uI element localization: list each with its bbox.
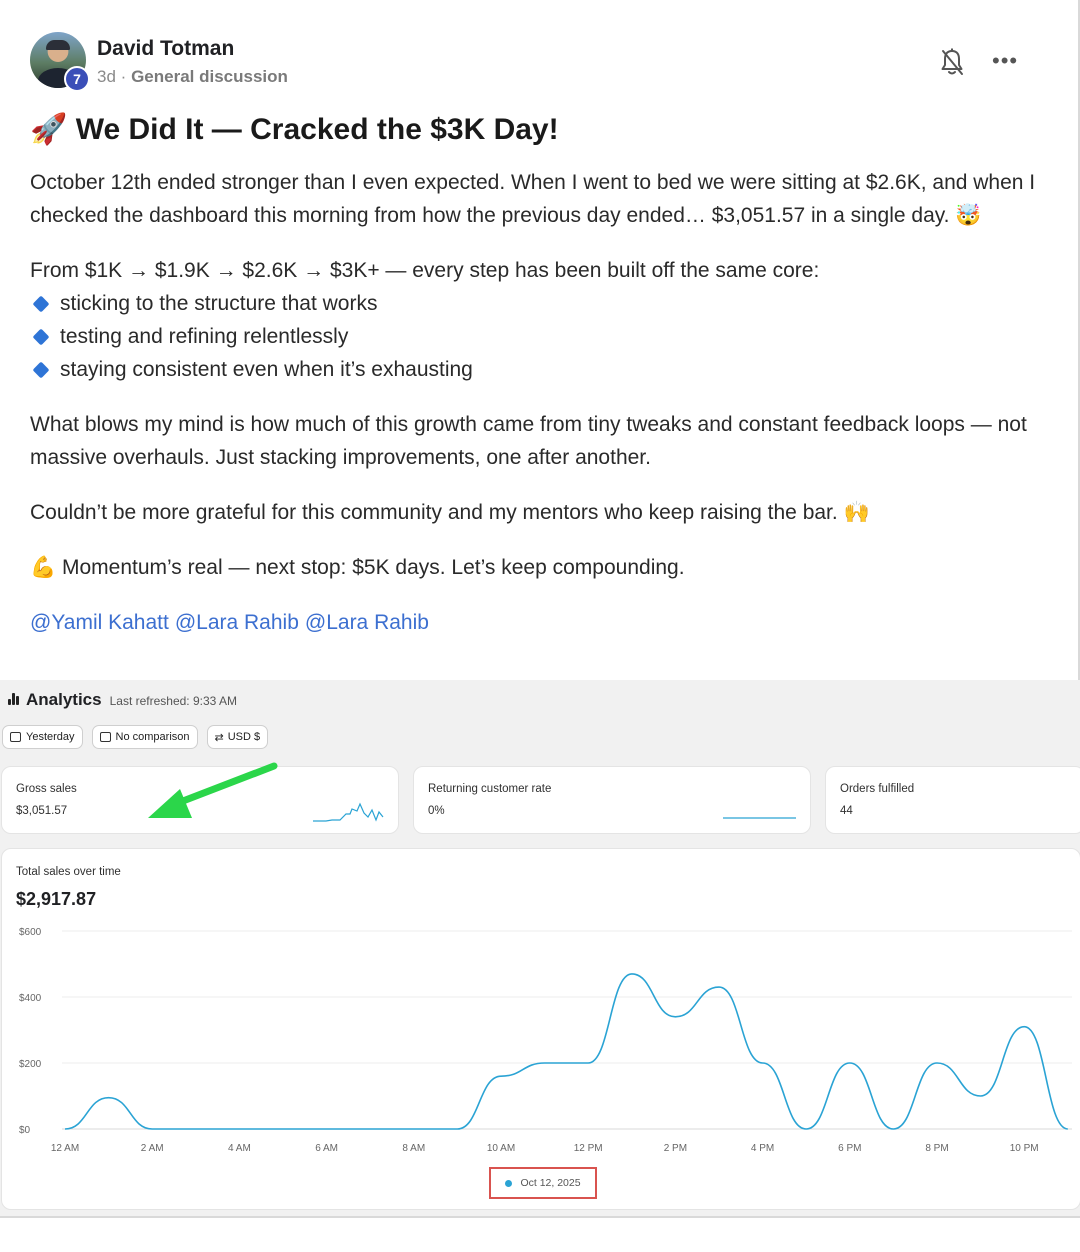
green-arrow-annotation	[148, 762, 278, 818]
level-badge: 7	[64, 66, 90, 92]
chip-label: USD $	[227, 731, 261, 743]
chart-legend[interactable]: Oct 12, 2025	[489, 1167, 597, 1199]
x-tick-label: 2 AM	[141, 1143, 164, 1154]
analytics-screenshot: Analytics Last refreshed: 9:33 AM Yester…	[0, 680, 1080, 1218]
sales-line-chart: $0 $200 $400 $600 12 AM 2 AM 4 AM 6 AM 8 AM 10 AM…	[19, 927, 1072, 1154]
returning-rate-sparkline	[723, 817, 796, 819]
blue-diamond-icon	[32, 361, 50, 378]
list-item-text: staying consistent even when it’s exhaus…	[60, 358, 473, 381]
calendar-icon	[10, 732, 21, 742]
x-tick-label: 10 PM	[1010, 1143, 1039, 1154]
card-value: 44	[840, 805, 853, 817]
y-tick-label: $400	[19, 993, 42, 1004]
post-body: October 12th ended stronger than I even …	[30, 166, 1040, 661]
last-refreshed: Last refreshed: 9:33 AM	[109, 694, 237, 708]
post-paragraph: 💪 Momentum’s real — next stop: $5K days.…	[30, 556, 685, 579]
x-tick-label: 8 AM	[402, 1143, 425, 1154]
card-label: Returning customer rate	[428, 783, 552, 795]
x-tick-label: 4 AM	[228, 1143, 251, 1154]
mentions: @Yamil Kahatt @Lara Rahib @Lara Rahib	[30, 606, 1040, 639]
x-tick-label: 12 AM	[51, 1143, 79, 1154]
post-paragraph: From $1K → $1.9K → $2.6K → $3K+ — every …	[30, 259, 820, 282]
card-value: $3,051.57	[16, 805, 68, 817]
list-item: staying consistent even when it’s exhaus…	[30, 353, 1040, 386]
compare-icon	[99, 732, 111, 742]
card-value: 0%	[428, 805, 445, 817]
chip-label: No comparison	[115, 731, 190, 743]
avatar-cap	[46, 40, 70, 50]
mention-link[interactable]: @Lara Rahib	[175, 611, 299, 634]
y-tick-label: $200	[19, 1059, 42, 1070]
bell-off-icon[interactable]	[938, 47, 966, 77]
comparison-chip[interactable]: No comparison	[91, 725, 198, 749]
analytics-header: Analytics Last refreshed: 9:33 AM	[8, 690, 237, 710]
total-sales-card: Total sales over time $2,917.87 $0 $200 $4…	[1, 848, 1080, 1210]
date-range-chip[interactable]: Yesterday	[2, 725, 83, 749]
x-tick-label: 10 AM	[487, 1143, 515, 1154]
analytics-title: Analytics	[26, 690, 102, 709]
list-item: testing and refining relentlessly	[30, 320, 1040, 353]
post-paragraph: Couldn’t be more grateful for this commu…	[30, 501, 870, 524]
mention-link[interactable]: @Yamil Kahatt	[30, 611, 169, 634]
mention-link[interactable]: @Lara Rahib	[305, 611, 429, 634]
filter-chips: Yesterday No comparison ⇄ USD $	[2, 725, 269, 749]
x-tick-label: 12 PM	[574, 1143, 603, 1154]
list-item-text: testing and refining relentlessly	[60, 325, 349, 348]
blue-diamond-icon	[32, 328, 50, 345]
more-options-icon[interactable]: •••	[992, 50, 1024, 72]
list-item: sticking to the structure that works	[30, 287, 1040, 320]
bullet-list: sticking to the structure that works tes…	[30, 287, 1040, 386]
community-post: 7 David Totman 3d · General discussion •…	[0, 0, 1080, 680]
x-tick-label: 6 AM	[315, 1143, 338, 1154]
post-paragraph: October 12th ended stronger than I even …	[30, 171, 1036, 227]
y-tick-label: $0	[19, 1125, 31, 1136]
currency-chip[interactable]: ⇄ USD $	[206, 725, 269, 749]
post-paragraph: What blows my mind is how much of this g…	[30, 413, 1027, 469]
blue-diamond-icon	[32, 295, 50, 312]
returning-customer-card[interactable]: Returning customer rate 0%	[413, 766, 811, 834]
post-title: 🚀 We Did It — Cracked the $3K Day!	[30, 113, 559, 146]
meta-separator: ·	[120, 67, 127, 86]
list-item-text: sticking to the structure that works	[60, 292, 378, 315]
post-category[interactable]: General discussion	[131, 67, 288, 86]
card-label: Orders fulfilled	[840, 783, 915, 795]
gross-sales-sparkline	[313, 802, 384, 822]
x-tick-label: 6 PM	[838, 1143, 861, 1154]
orders-fulfilled-card[interactable]: Orders fulfilled 44	[825, 766, 1080, 834]
exchange-icon: ⇄	[214, 731, 224, 744]
y-tick-label: $600	[19, 927, 42, 938]
card-label: Gross sales	[16, 783, 77, 795]
post-meta: 3d · General discussion	[97, 67, 288, 87]
legend-dot	[505, 1179, 513, 1187]
legend-label: Oct 12, 2025	[520, 1177, 581, 1189]
x-tick-label: 4 PM	[751, 1143, 774, 1154]
post-time: 3d	[97, 67, 116, 86]
chip-label: Yesterday	[26, 731, 75, 743]
bar-chart-icon	[8, 693, 22, 705]
x-tick-label: 2 PM	[664, 1143, 687, 1154]
author-name[interactable]: David Totman	[97, 37, 234, 61]
x-tick-label: 8 PM	[925, 1143, 948, 1154]
